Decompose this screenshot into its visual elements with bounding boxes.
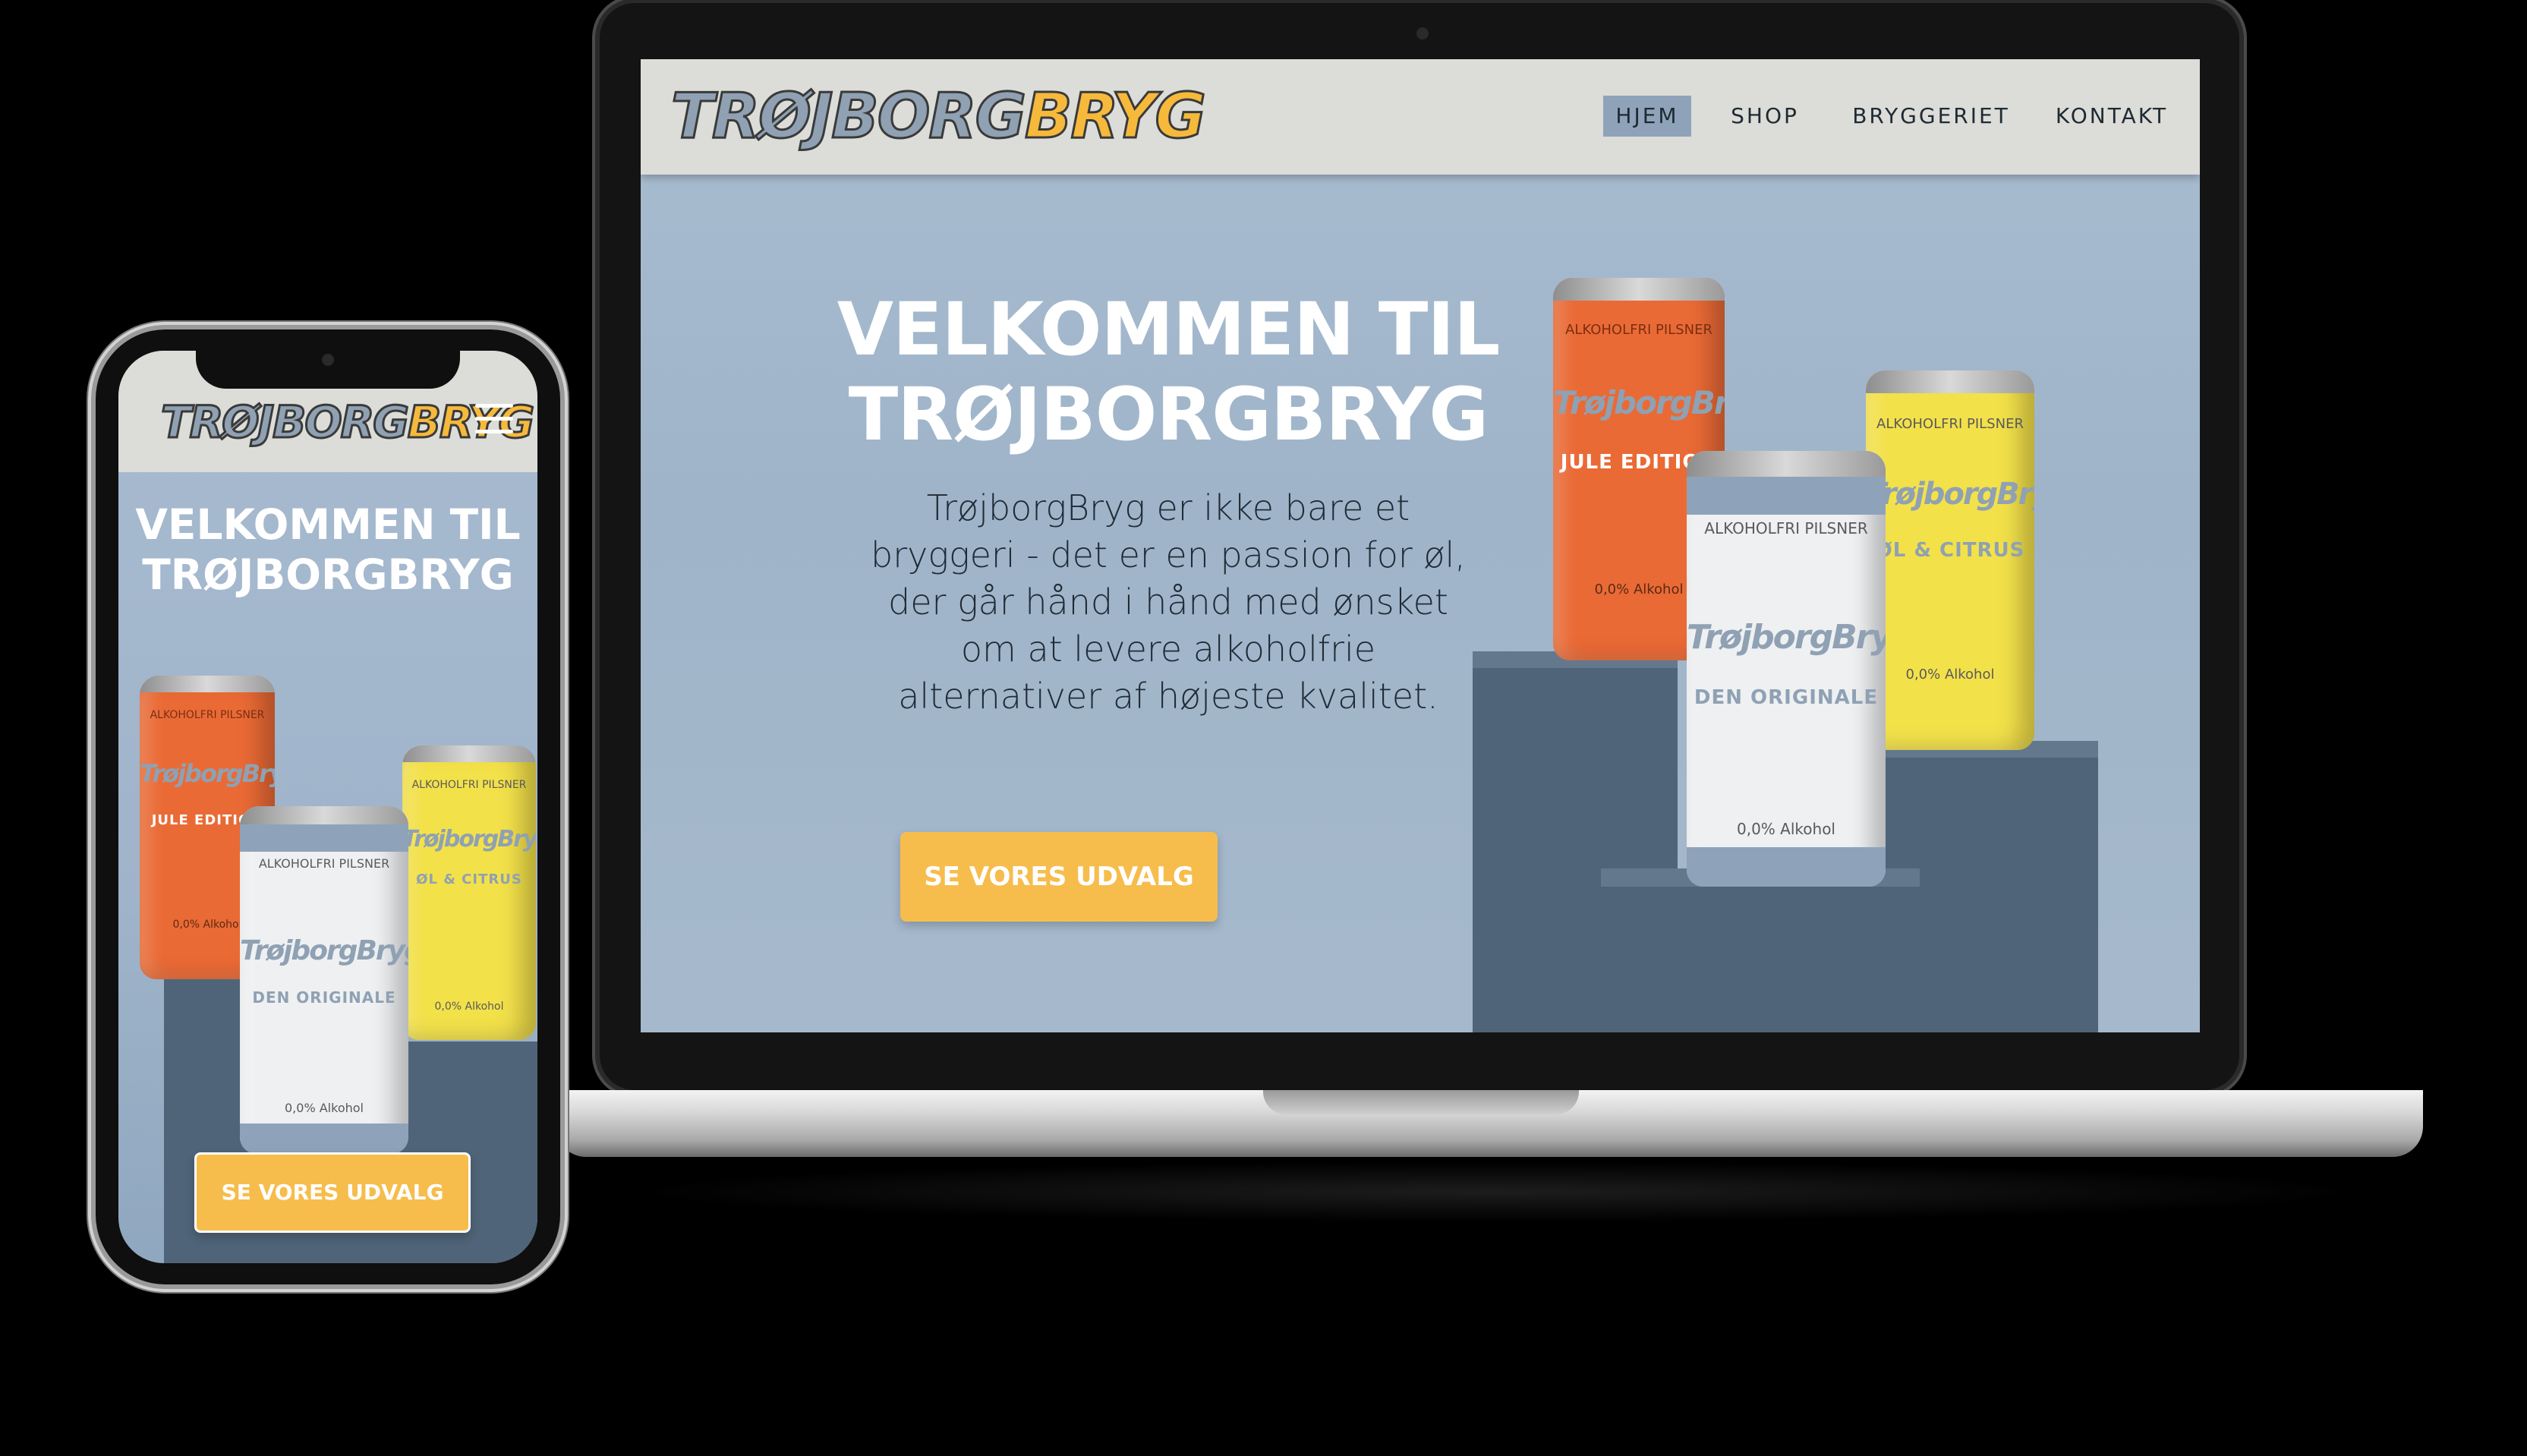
logo-part-b: BRYG [1023, 80, 1207, 154]
hero-title: VELKOMMEN TIL TRØJBORGBRYG [762, 287, 1574, 457]
can-top-text: ALKOHOLFRI PILSNER [1565, 322, 1712, 338]
can-brand: TrøjborgBryg [1866, 477, 2034, 512]
can-rim [240, 806, 408, 824]
laptop-camera [1416, 27, 1429, 39]
can-sub: ØL & CITRUS [1875, 539, 2025, 562]
mobile-can-ol-citrus: ALKOHOLFRI PILSNER TrøjborgBryg ØL & CIT… [402, 745, 536, 1040]
can-alc: 0,0% Alkohol [1905, 667, 1995, 682]
menu-icon[interactable] [475, 404, 513, 434]
phone-screen: TRØJBORGBRYG VELKOMMEN TIL TRØJBORGBRYG … [118, 351, 537, 1263]
can-sub: ØL & CITRUS [416, 871, 522, 887]
hero-title-line1: VELKOMMEN TIL [837, 287, 1501, 372]
can-brand: TrøjborgBryg [240, 935, 408, 966]
can-top-text: ALKOHOLFRI PILSNER [411, 779, 527, 791]
pedestal-front [1601, 878, 1920, 1032]
mobile-hero-title: VELKOMMEN TIL TRØJBORGBRYG [118, 500, 537, 600]
can-brand: TrøjborgBryg [1687, 618, 1886, 657]
can-alc: 0,0% Alkohol [434, 1001, 504, 1013]
brand-logo[interactable]: TRØJBORGBRYG [670, 80, 1208, 154]
nav-item-bryggeriet[interactable]: BRYGGERIET [1848, 96, 2015, 137]
can-brand: TrøjborgBryg [1553, 384, 1725, 421]
laptop-trackpad-notch [1263, 1090, 1579, 1114]
can-top-band [240, 824, 408, 852]
can-rim [1866, 370, 2034, 393]
hero-text-line: der går hånd i hånd med ønsket [888, 581, 1448, 622]
nav-item-shop[interactable]: SHOP [1723, 96, 1807, 137]
can-top-text: ALKOHOLFRI PILSNER [150, 709, 265, 721]
hero-text-line: om at levere alkoholfrie [960, 629, 1376, 670]
can-alc: 0,0% Alkohol [285, 1101, 364, 1115]
can-brand: TrøjborgBryg [402, 826, 536, 852]
nav-item-kontakt[interactable]: KONTAKT [2051, 96, 2173, 137]
can-bottom-band [240, 1124, 408, 1154]
mobile-cta-button[interactable]: SE VORES UDVALG [194, 1152, 471, 1233]
can-rim [140, 676, 275, 692]
can-brand: TrøjborgBryg [140, 759, 275, 788]
mobile-title-line1: VELKOMMEN TIL [135, 500, 521, 549]
can-rim [1553, 278, 1725, 301]
logo-part-a: TRØJBORG [670, 80, 1028, 154]
can-top-text: ALKOHOLFRI PILSNER [1704, 519, 1868, 537]
can-ol-citrus: ALKOHOLFRI PILSNER TrøjborgBryg ØL & CIT… [1866, 370, 2034, 750]
menu-icon-bar [475, 404, 513, 408]
can-den-originale: ALKOHOLFRI PILSNER TrøjborgBryg DEN ORIG… [1687, 451, 1886, 887]
nav-item-hjem[interactable]: HJEM [1603, 96, 1691, 137]
can-rim [402, 745, 536, 762]
site-header: TRØJBORGBRYG HJEM SHOP BRYGGERIET KONTAK… [641, 59, 2200, 175]
can-sub: DEN ORIGINALE [252, 988, 396, 1007]
mobile-can-den-originale: ALKOHOLFRI PILSNER TrøjborgBryg DEN ORIG… [240, 806, 408, 1154]
hero-title-line2: TRØJBORGBRYG [848, 372, 1489, 457]
phone-camera [322, 354, 334, 366]
menu-icon-bar [475, 417, 513, 421]
can-top-band [1687, 477, 1886, 515]
can-sub: DEN ORIGINALE [1694, 686, 1879, 709]
can-top-text: ALKOHOLFRI PILSNER [258, 856, 390, 871]
hero-description: TrøjborgBryg er ikke bare et bryggeri - … [762, 484, 1574, 720]
can-alc: 0,0% Alkohol [1737, 820, 1835, 838]
laptop-screen: TRØJBORGBRYG HJEM SHOP BRYGGERIET KONTAK… [641, 59, 2200, 1032]
hero-text-line: TrøjborgBryg er ikke bare et [926, 487, 1410, 528]
mobile-title-line2: TRØJBORGBRYG [142, 550, 514, 599]
logo-part-b: BRYG [406, 396, 535, 449]
logo-part-a: TRØJBORG [160, 396, 411, 449]
can-top-text: ALKOHOLFRI PILSNER [1876, 416, 2024, 432]
cta-button[interactable]: SE VORES UDVALG [900, 832, 1218, 922]
hero-text-line: alternativer af højeste kvalitet. [898, 676, 1438, 717]
can-rim [1687, 451, 1886, 477]
can-bottom-band [1687, 847, 1886, 887]
hero-text-line: bryggeri - det er en passion for øl, [871, 534, 1466, 575]
menu-icon-bar [475, 430, 513, 433]
laptop-shadow [622, 1161, 2368, 1222]
